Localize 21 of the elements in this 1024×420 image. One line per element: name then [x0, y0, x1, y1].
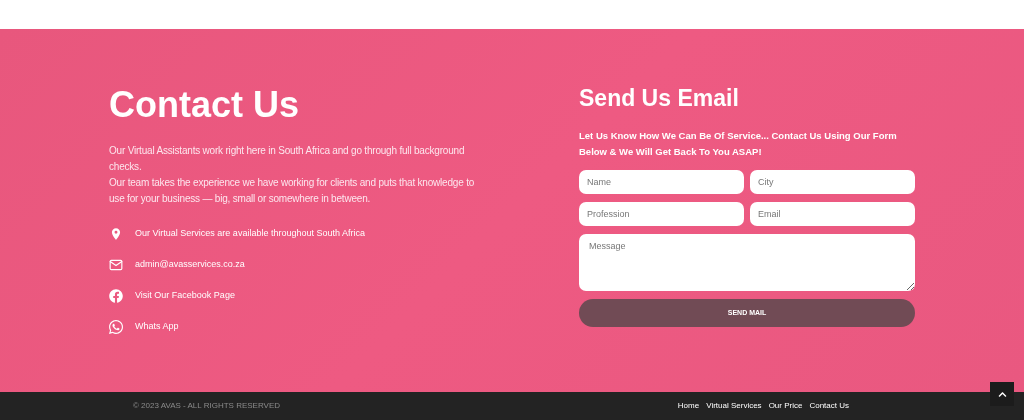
message-field[interactable]: Message	[579, 234, 915, 291]
section-title: Contact Us	[109, 87, 300, 123]
input-field[interactable]: Email	[750, 202, 915, 226]
description-text: Our Virtual Assistants work right here in South Africa and go through full background checks.	[109, 144, 466, 174]
copyright-text: © 2023 AVAS - ALL RIGHTS RESERVED	[133, 400, 280, 412]
input-field[interactable]: Profession	[579, 202, 744, 226]
input-field[interactable]: Name	[579, 170, 744, 194]
input-field[interactable]: City	[750, 170, 915, 194]
mail-icon	[109, 257, 123, 273]
chevron-up-icon	[997, 389, 1007, 399]
form-intro-text: Let Us Know How We Can Be Of Service... Contact Us Using Our Form Below & We Will Get Back To You ASAP!	[579, 129, 898, 159]
description-text: Our team takes the experience we have working for clients and puts that knowledge to use for your business — big, small or somewhere in between.	[109, 176, 476, 206]
footer-link[interactable]: Our Price	[768, 400, 803, 412]
whatsapp-icon	[109, 319, 123, 335]
scroll-to-top-button[interactable]	[990, 382, 1014, 406]
facebook-icon	[109, 288, 123, 304]
footer-link[interactable]: Home	[677, 400, 700, 412]
location-pin-icon	[109, 226, 123, 242]
footer-link[interactable]: Virtual Services	[706, 400, 762, 412]
footer-link[interactable]: Contact Us	[809, 400, 849, 412]
form-title: Send Us Email	[579, 87, 739, 110]
